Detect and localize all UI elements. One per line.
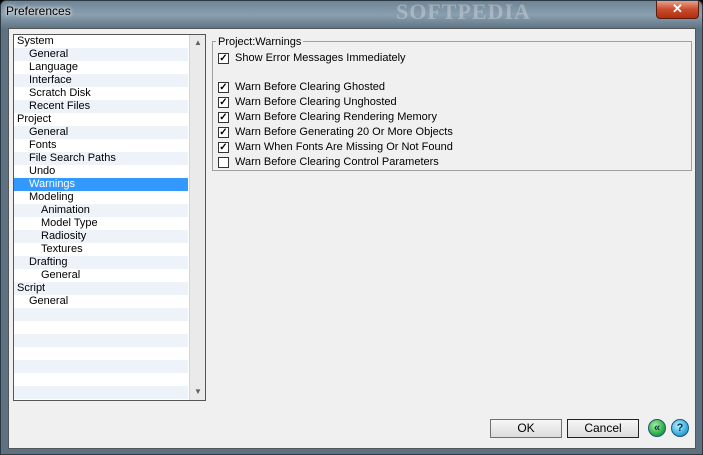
- tree-rows: System General Language Interface Scratch Di…: [14, 35, 188, 399]
- arrow-down-icon: ▼: [194, 387, 202, 396]
- close-button[interactable]: ✕: [656, 1, 699, 19]
- group-title: Project:Warnings: [216, 36, 304, 48]
- checkbox-checked[interactable]: ✓: [218, 112, 229, 123]
- category-tree[interactable]: System General Language Interface Scratch Di…: [13, 34, 206, 401]
- tree-item[interactable]: Textures: [14, 243, 188, 256]
- warning-option[interactable]: Warn Before Clearing Control Parameters: [218, 156, 439, 169]
- checkbox-checked[interactable]: ✓: [218, 97, 229, 108]
- ok-button[interactable]: OK: [490, 419, 562, 438]
- tree-item[interactable]: General: [14, 126, 188, 139]
- warning-option[interactable]: ✓ Warn Before Clearing Rendering Memory: [218, 111, 437, 124]
- tree-item[interactable]: Undo: [14, 165, 188, 178]
- option-label: Warn Before Clearing Ghosted: [235, 81, 385, 93]
- window-title: Preferences: [6, 4, 71, 18]
- tree-empty-row: [14, 321, 188, 334]
- watermark: SOFTPEDIA: [396, 0, 531, 24]
- option-label: Warn Before Clearing Unghosted: [235, 96, 397, 108]
- close-icon: ✕: [672, 1, 683, 16]
- warning-option[interactable]: ✓ Show Error Messages Immediately: [218, 52, 406, 65]
- tree-item[interactable]: Interface: [14, 74, 188, 87]
- warning-option[interactable]: ✓ Warn Before Clearing Unghosted: [218, 96, 397, 109]
- tree-empty-row: [14, 308, 188, 321]
- preferences-window: Preferences SOFTPEDIA ✕ System General Lan…: [0, 0, 703, 455]
- tree-empty-row: [14, 360, 188, 373]
- scroll-down-button[interactable]: ▼: [190, 384, 205, 400]
- warning-option[interactable]: ✓ Warn When Fonts Are Missing Or Not Foun…: [218, 141, 453, 154]
- option-label: Warn When Fonts Are Missing Or Not Found: [235, 141, 453, 153]
- cancel-button[interactable]: Cancel: [567, 419, 639, 438]
- option-label: Show Error Messages Immediately: [235, 52, 406, 64]
- tree-item[interactable]: Scratch Disk: [14, 87, 188, 100]
- checkbox-checked[interactable]: ✓: [218, 142, 229, 153]
- tree-item[interactable]: Recent Files: [14, 100, 188, 113]
- checkbox-unchecked[interactable]: [218, 157, 229, 168]
- tree-scrollbar[interactable]: ▲ ▼: [189, 35, 205, 400]
- tree-item[interactable]: Warnings: [14, 178, 188, 191]
- tree-empty-row: [14, 334, 188, 347]
- option-label: Warn Before Clearing Control Parameters: [235, 156, 439, 168]
- title-bar[interactable]: Preferences SOFTPEDIA ✕: [1, 0, 702, 27]
- tree-item[interactable]: General: [14, 295, 188, 308]
- tree-item[interactable]: Language: [14, 61, 188, 74]
- checkbox-checked[interactable]: ✓: [218, 82, 229, 93]
- tree-item[interactable]: Project: [14, 113, 188, 126]
- tree-item[interactable]: File Search Paths: [14, 152, 188, 165]
- warning-option[interactable]: ✓ Warn Before Generating 20 Or More Objec…: [218, 126, 453, 139]
- tree-item[interactable]: Animation: [14, 204, 188, 217]
- checkbox-checked[interactable]: ✓: [218, 53, 229, 64]
- warning-option[interactable]: ✓ Warn Before Clearing Ghosted: [218, 81, 385, 94]
- tree-empty-row: [14, 373, 188, 386]
- tree-item[interactable]: Drafting: [14, 256, 188, 269]
- tree-item[interactable]: Modeling: [14, 191, 188, 204]
- arrow-up-icon: ▲: [194, 38, 202, 47]
- tree-item[interactable]: General: [14, 269, 188, 282]
- scroll-up-button[interactable]: ▲: [190, 35, 205, 51]
- option-label: Warn Before Clearing Rendering Memory: [235, 111, 437, 123]
- tree-empty-row: [14, 386, 188, 399]
- tree-item[interactable]: Radiosity: [14, 230, 188, 243]
- warnings-groupbox: Project:Warnings ✓ Show Error Messages Im…: [212, 36, 692, 171]
- tree-item[interactable]: General: [14, 48, 188, 61]
- option-label: Warn Before Generating 20 Or More Object…: [235, 126, 453, 138]
- checkbox-checked[interactable]: ✓: [218, 127, 229, 138]
- tree-item[interactable]: Model Type: [14, 217, 188, 230]
- back-icon[interactable]: «: [648, 419, 666, 437]
- tree-item[interactable]: Script: [14, 282, 188, 295]
- tree-empty-row: [14, 347, 188, 360]
- help-icon[interactable]: ?: [671, 419, 689, 437]
- tree-item[interactable]: Fonts: [14, 139, 188, 152]
- dialog-client-area: System General Language Interface Scratch Di…: [8, 28, 696, 449]
- tree-item[interactable]: System: [14, 35, 188, 48]
